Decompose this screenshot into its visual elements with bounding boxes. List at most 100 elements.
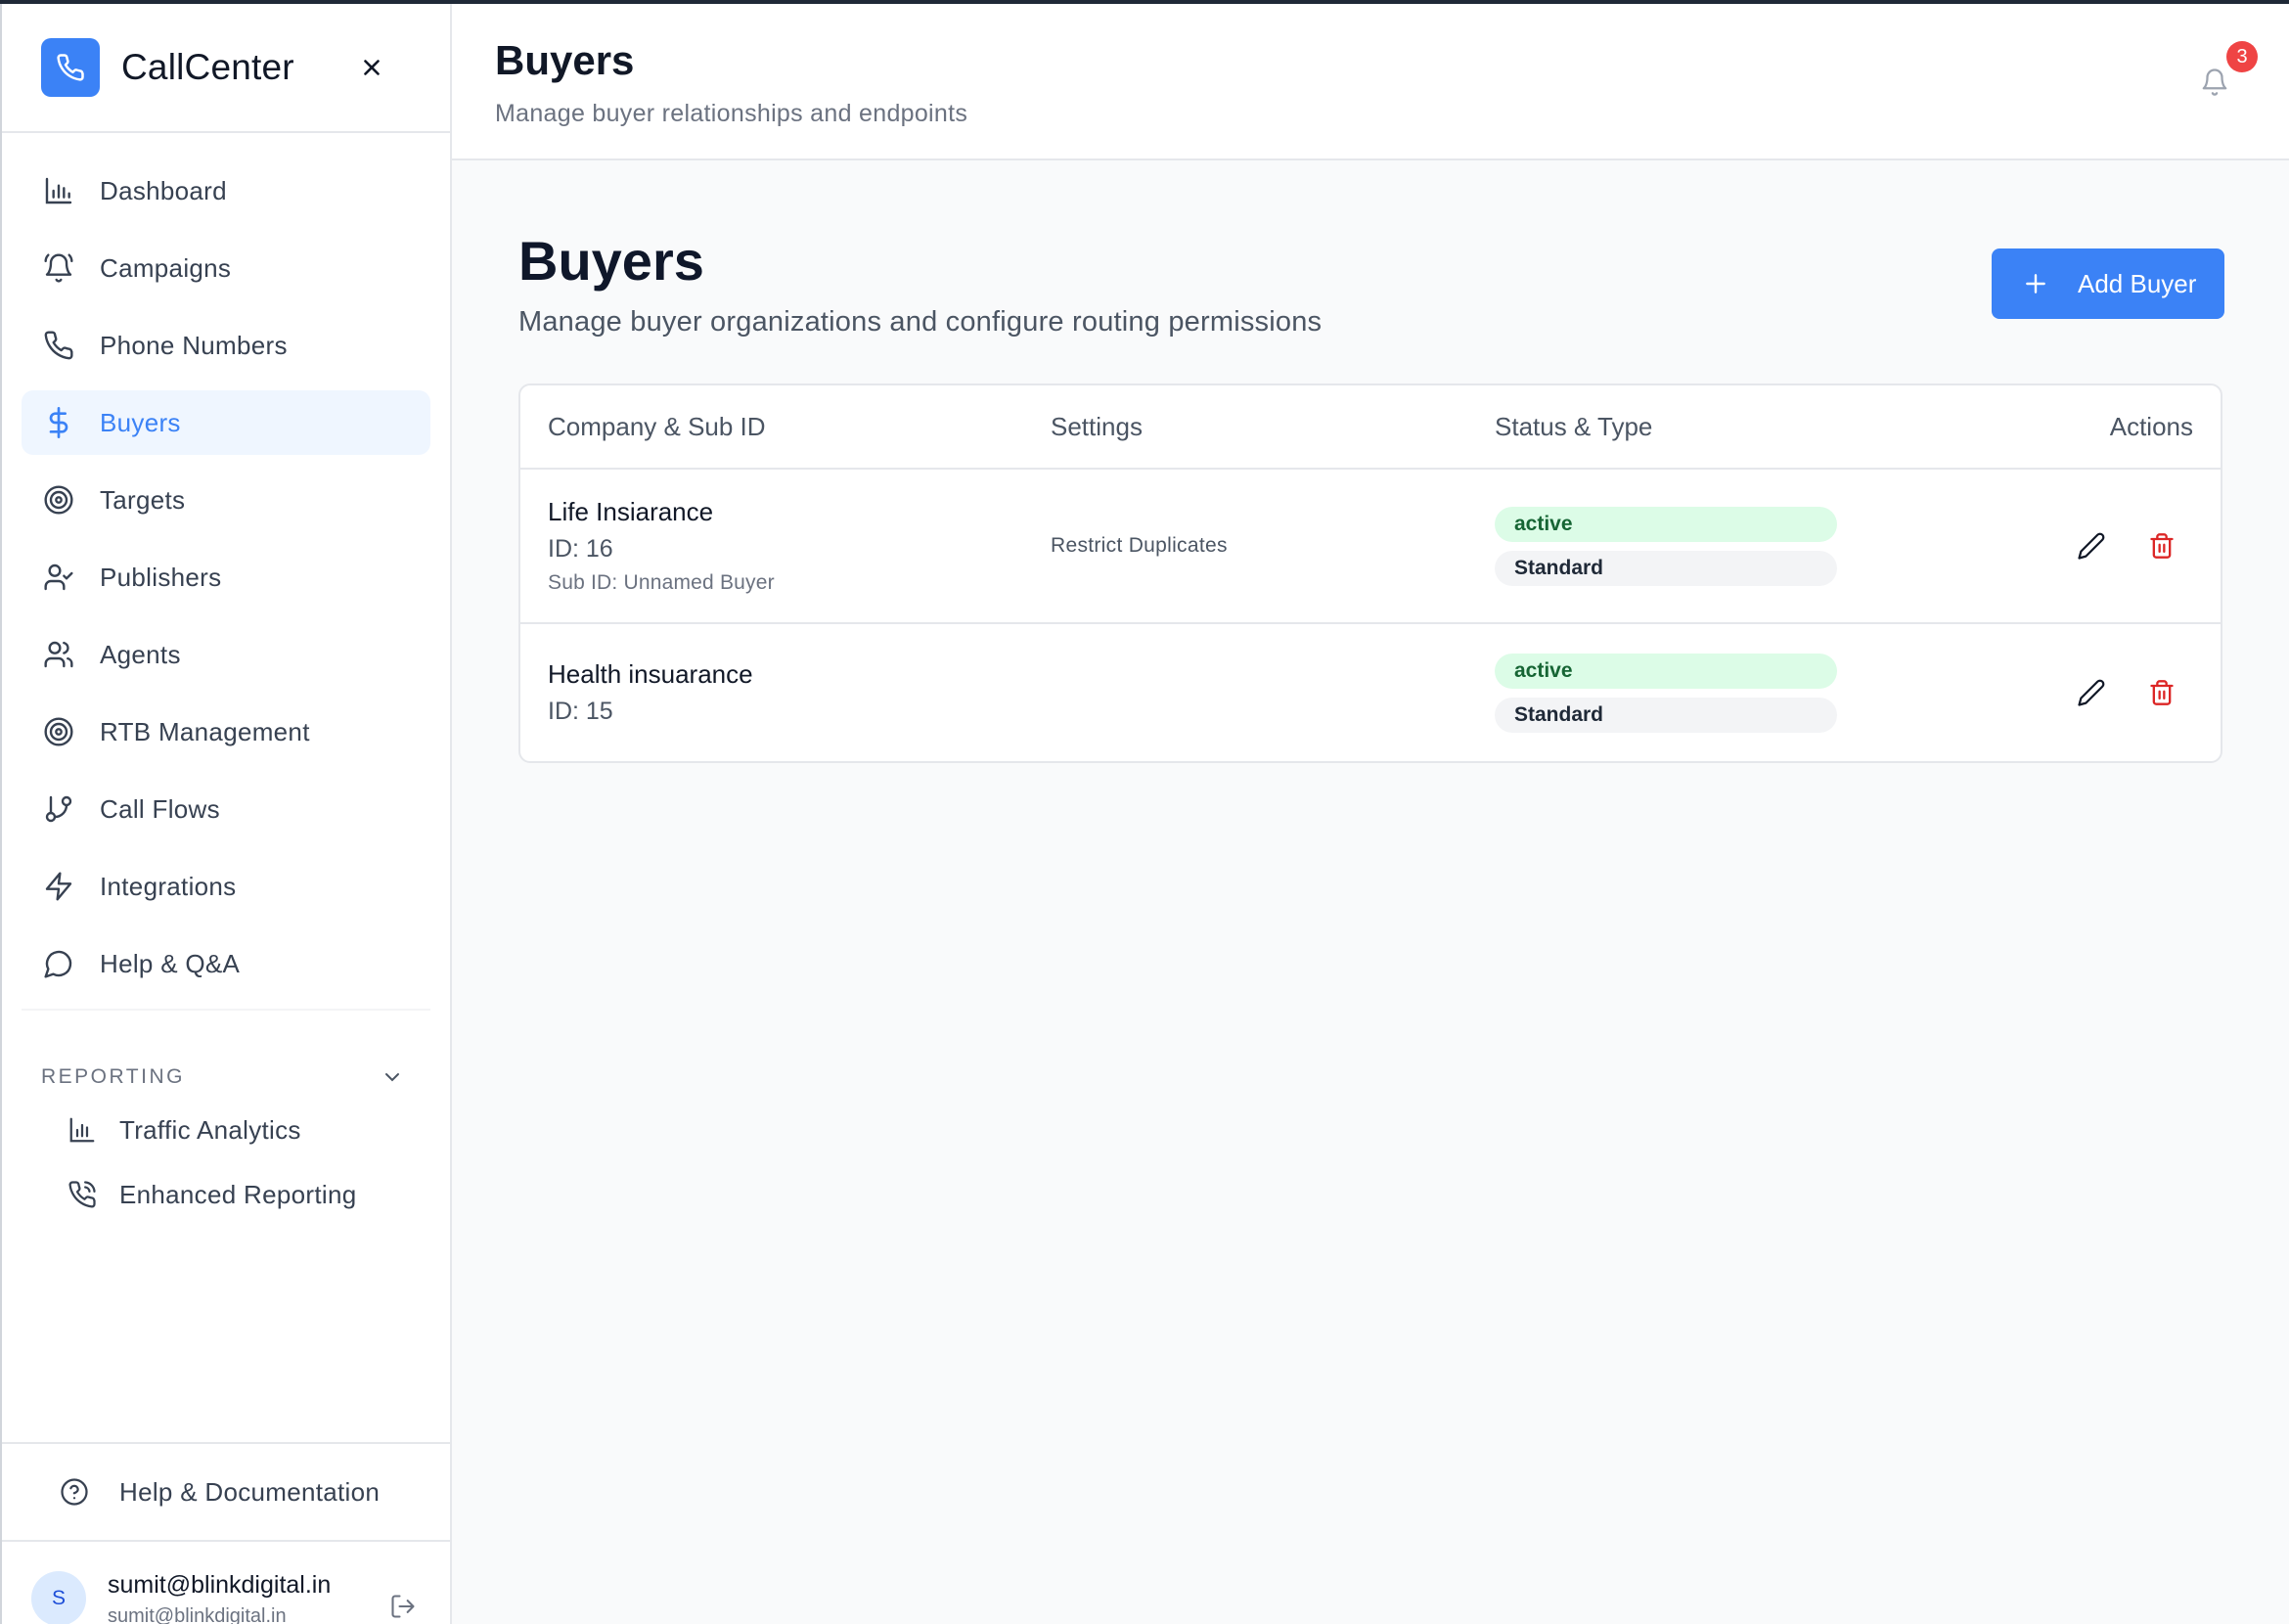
sidebar-item-label: Publishers (100, 562, 222, 592)
sidebar-item-buyers[interactable]: Buyers (22, 390, 430, 455)
company-cell: Life Insiarance ID: 16 Sub ID: Unnamed B… (520, 497, 1051, 595)
trash-icon (2150, 680, 2174, 705)
edit-button[interactable] (2074, 528, 2109, 564)
sidebar-item-campaigns[interactable]: Campaigns (22, 236, 430, 300)
sidebar-item-phone-numbers[interactable]: Phone Numbers (22, 313, 430, 378)
sidebar-item-label: Targets (100, 484, 186, 515)
sidebar: CallCenter Dashboard Campaigns Phone Num… (0, 4, 452, 1624)
sidebar-item-label: Traffic Analytics (119, 1114, 301, 1145)
user-email: sumit@blinkdigital.in (108, 1605, 287, 1624)
sidebar-item-rtb-management[interactable]: RTB Management (22, 699, 430, 764)
actions-cell (1917, 528, 2221, 564)
dollar-icon (41, 405, 76, 440)
plus-icon (2021, 269, 2050, 298)
phone-logo-icon (41, 38, 100, 97)
user-profile: S sumit@blinkdigital.in sumit@blinkdigit… (2, 1540, 450, 1624)
sidebar-item-label: Enhanced Reporting (119, 1179, 357, 1209)
user-check-icon (41, 560, 76, 595)
user-info: sumit@blinkdigital.in sumit@blinkdigital… (108, 1571, 331, 1624)
logout-button[interactable] (385, 1589, 421, 1624)
add-buyer-button[interactable]: Add Buyer (1992, 248, 2224, 319)
chevron-down-icon[interactable] (378, 1062, 407, 1092)
sidebar-item-agents[interactable]: Agents (22, 622, 430, 687)
reporting-section-header[interactable]: REPORTING (2, 1060, 450, 1095)
close-sidebar-button[interactable] (354, 50, 389, 85)
notifications-button[interactable] (2195, 63, 2234, 102)
sidebar-item-help-qa[interactable]: Help & Q&A (22, 931, 430, 996)
sidebar-item-label: Buyers (100, 407, 181, 437)
top-header: Buyers Manage buyer relationships and en… (452, 4, 2289, 160)
git-branch-icon (41, 791, 76, 827)
main-area: Buyers Manage buyer relationships and en… (452, 4, 2289, 1624)
target-icon (41, 482, 76, 518)
sidebar-item-call-flows[interactable]: Call Flows (22, 777, 430, 841)
sidebar-item-label: Dashboard (100, 175, 227, 205)
sidebar-item-publishers[interactable]: Publishers (22, 545, 430, 609)
users-icon (41, 637, 76, 672)
trash-icon (2150, 533, 2174, 559)
phone-call-icon (65, 1177, 100, 1212)
buyers-table: Company & Sub ID Settings Status & Type … (518, 383, 2222, 763)
sidebar-item-label: Agents (100, 639, 181, 669)
sidebar-item-integrations[interactable]: Integrations (22, 854, 430, 919)
brand-header: CallCenter (2, 4, 450, 133)
header-title: Buyers (495, 37, 635, 83)
company-name: Life Insiarance (548, 497, 714, 526)
actions-cell (1917, 675, 2221, 710)
zap-icon (41, 869, 76, 904)
bar-chart-icon (65, 1112, 100, 1148)
help-circle-icon (57, 1474, 92, 1510)
table-row: Life Insiarance ID: 16 Sub ID: Unnamed B… (520, 470, 2221, 624)
table-header: Company & Sub ID Settings Status & Type … (520, 385, 2221, 470)
company-cell: Health insuarance ID: 15 (520, 659, 1051, 726)
avatar: S (31, 1571, 86, 1624)
sidebar-item-label: Campaigns (100, 252, 232, 283)
main-nav: Dashboard Campaigns Phone Numbers Buyers… (2, 133, 450, 996)
edit-button[interactable] (2074, 675, 2109, 710)
header-subtitle: Manage buyer relationships and endpoints (495, 100, 968, 127)
status-cell: active Standard (1495, 506, 1917, 586)
table-row: Health insuarance ID: 15 active Standard (520, 624, 2221, 761)
sidebar-item-label: Phone Numbers (100, 330, 288, 360)
help-documentation-link[interactable]: Help & Documentation (2, 1442, 450, 1540)
delete-button[interactable] (2144, 528, 2179, 564)
setting-text: Restrict Duplicates (1051, 534, 1228, 557)
status-badge: active (1495, 653, 1837, 689)
notification-count-badge: 3 (2226, 41, 2258, 72)
column-header-actions: Actions (2109, 411, 2193, 441)
sidebar-item-label: Call Flows (100, 793, 220, 824)
page-subtitle: Manage buyer organizations and configure… (518, 306, 1323, 338)
target-icon (41, 714, 76, 749)
logout-icon (391, 1595, 415, 1618)
settings-cell: Restrict Duplicates (1051, 534, 1495, 558)
bell-ring-icon (41, 250, 76, 286)
buyer-id: ID: 16 (548, 535, 613, 563)
bar-chart-icon (41, 173, 76, 208)
sidebar-item-traffic-analytics[interactable]: Traffic Analytics (2, 1101, 450, 1159)
sidebar-item-label: RTB Management (100, 716, 310, 746)
buyer-id: ID: 15 (548, 698, 613, 725)
company-name: Health insuarance (548, 659, 753, 689)
type-badge: Standard (1495, 550, 1837, 586)
close-icon (364, 60, 380, 75)
type-badge: Standard (1495, 697, 1837, 733)
message-circle-icon (41, 946, 76, 981)
sidebar-footer: Help & Documentation S sumit@blinkdigita… (2, 1442, 450, 1624)
column-header-settings: Settings (1051, 411, 1143, 441)
sub-id: Sub ID: Unnamed Buyer (548, 571, 775, 594)
sidebar-item-dashboard[interactable]: Dashboard (22, 158, 430, 223)
user-name: sumit@blinkdigital.in (108, 1571, 332, 1599)
status-badge: active (1495, 506, 1837, 542)
help-documentation-label: Help & Documentation (119, 1476, 381, 1507)
sidebar-item-label: Help & Q&A (100, 948, 241, 978)
sidebar-item-targets[interactable]: Targets (22, 468, 430, 532)
status-cell: active Standard (1495, 653, 1917, 733)
bell-icon (2202, 68, 2227, 96)
add-buyer-label: Add Buyer (2078, 268, 2197, 298)
column-header-company: Company & Sub ID (548, 411, 766, 441)
delete-button[interactable] (2144, 675, 2179, 710)
pencil-icon (2078, 679, 2105, 706)
brand-name: CallCenter (121, 47, 294, 87)
sidebar-item-enhanced-reporting[interactable]: Enhanced Reporting (2, 1165, 450, 1224)
column-header-status: Status & Type (1495, 411, 1653, 441)
